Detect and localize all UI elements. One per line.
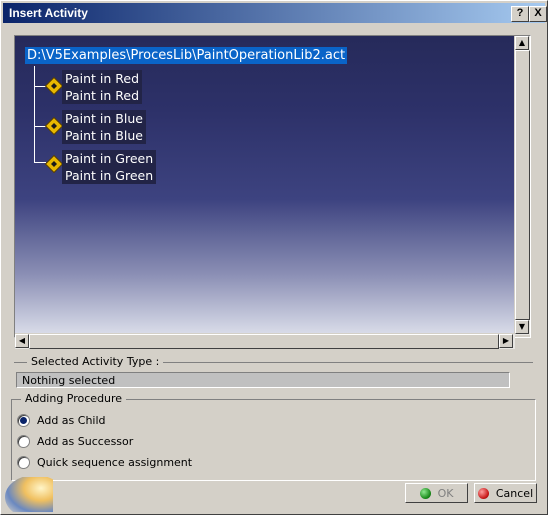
scroll-left-button[interactable]: ◀ <box>15 334 29 348</box>
ok-button-label: OK <box>437 486 454 500</box>
ok-icon <box>419 487 431 499</box>
scroll-down-button[interactable]: ▼ <box>515 320 529 334</box>
activity-tree-panel: D:\V5Examples\ProcesLib\PaintOperationLi… <box>14 35 531 349</box>
activity-type-label[interactable]: Paint in Green <box>62 167 157 184</box>
radio-quick-sequence[interactable]: Quick sequence assignment <box>17 454 192 470</box>
activity-icon <box>44 76 64 96</box>
cancel-button-label: Cancel <box>495 486 534 500</box>
cancel-button[interactable]: Cancel <box>474 483 537 503</box>
horizontal-scroll-thumb[interactable] <box>29 334 499 349</box>
activity-type-label[interactable]: Paint in Blue <box>62 127 146 144</box>
activity-name-label[interactable]: Paint in Blue <box>62 110 146 127</box>
radio-button[interactable] <box>17 455 30 469</box>
catia-logo-icon <box>3 475 65 515</box>
radio-label: Quick sequence assignment <box>37 455 193 469</box>
vertical-scrollbar[interactable]: ▲ ▼ <box>515 36 530 335</box>
close-button[interactable]: X <box>529 6 547 22</box>
radio-add-as-successor[interactable]: Add as Successor <box>17 433 133 449</box>
title-bar: Insert Activity ? X <box>3 3 547 23</box>
activity-icon <box>44 154 64 174</box>
tree-connector-line <box>34 66 35 162</box>
radio-label: Add as Child <box>37 413 106 427</box>
scroll-up-button[interactable]: ▲ <box>515 36 529 50</box>
cancel-icon <box>477 487 489 499</box>
adding-procedure-label: Adding Procedure <box>21 392 127 405</box>
selected-activity-label: Selected Activity Type : <box>27 355 164 368</box>
radio-label: Add as Successor <box>37 434 134 448</box>
horizontal-scrollbar[interactable]: ◀ ▶ <box>15 334 515 349</box>
activity-name-label[interactable]: Paint in Red <box>62 70 143 87</box>
ok-button[interactable]: OK <box>405 483 468 503</box>
radio-button[interactable] <box>17 434 30 448</box>
scroll-right-button[interactable]: ▶ <box>499 334 513 348</box>
radio-button[interactable] <box>17 413 30 427</box>
help-button[interactable]: ? <box>511 6 529 22</box>
tree-root-node[interactable]: D:\V5Examples\ProcesLib\PaintOperationLi… <box>25 47 348 64</box>
activity-name-label[interactable]: Paint in Green <box>62 150 157 167</box>
vertical-scroll-thumb[interactable] <box>515 50 530 320</box>
radio-add-as-child[interactable]: Add as Child <box>17 412 106 428</box>
insert-activity-dialog: Insert Activity ? X D:\V5Examples\Proces… <box>0 0 548 515</box>
activity-type-label[interactable]: Paint in Red <box>62 87 143 104</box>
selected-activity-field: Nothing selected <box>16 372 510 388</box>
window-title: Insert Activity <box>9 6 88 20</box>
activity-icon <box>44 116 64 136</box>
activity-tree[interactable]: D:\V5Examples\ProcesLib\PaintOperationLi… <box>15 36 514 333</box>
